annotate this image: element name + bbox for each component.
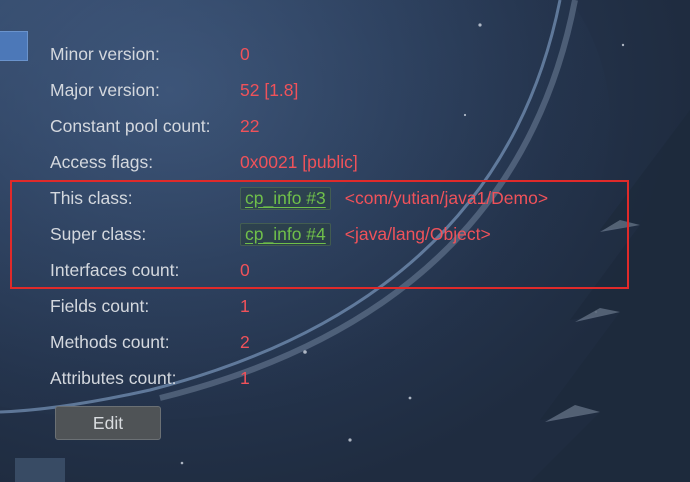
attributes-count-row: Attributes count: 1 [50, 365, 250, 391]
super-class-label: Super class: [50, 223, 147, 244]
methods-count-value: 2 [240, 331, 250, 352]
access-flags-value: 0x0021 [public] [240, 151, 358, 172]
interfaces-count-value: 0 [240, 259, 250, 280]
super-class-cp-link[interactable]: cp_info #4 [240, 222, 331, 246]
constant-pool-count-value: 22 [240, 115, 260, 136]
major-version-value: 52 [1.8] [240, 79, 299, 100]
interfaces-count-row: Interfaces count: 0 [50, 257, 250, 283]
super-class-row: Super class: cp_info #4 <java/lang/Objec… [50, 221, 491, 247]
interfaces-count-label: Interfaces count: [50, 259, 180, 280]
edit-button[interactable]: Edit [55, 406, 161, 440]
minor-version-row: Minor version: 0 [50, 41, 250, 67]
constant-pool-count-row: Constant pool count: 22 [50, 113, 259, 139]
methods-count-row: Methods count: 2 [50, 329, 250, 355]
methods-count-label: Methods count: [50, 331, 170, 352]
this-class-cp-link[interactable]: cp_info #3 [240, 186, 331, 210]
major-version-row: Major version: 52 [1.8] [50, 77, 298, 103]
fields-count-label: Fields count: [50, 295, 150, 316]
super-class-reference: <java/lang/Object> [344, 223, 491, 244]
access-flags-label: Access flags: [50, 151, 154, 172]
minor-version-value: 0 [240, 43, 250, 64]
constant-pool-count-label: Constant pool count: [50, 115, 211, 136]
attributes-count-value: 1 [240, 367, 250, 388]
fields-count-value: 1 [240, 295, 250, 316]
attributes-count-label: Attributes count: [50, 367, 177, 388]
fields-count-row: Fields count: 1 [50, 293, 250, 319]
access-flags-row: Access flags: 0x0021 [public] [50, 149, 358, 175]
this-class-reference: <com/yutian/java1/Demo> [344, 187, 549, 208]
this-class-row: This class: cp_info #3 <com/yutian/java1… [50, 185, 548, 211]
this-class-label: This class: [50, 187, 133, 208]
class-info-panel: Minor version: 0 Major version: 52 [1.8]… [0, 0, 690, 482]
minor-version-label: Minor version: [50, 43, 160, 64]
major-version-label: Major version: [50, 79, 160, 100]
